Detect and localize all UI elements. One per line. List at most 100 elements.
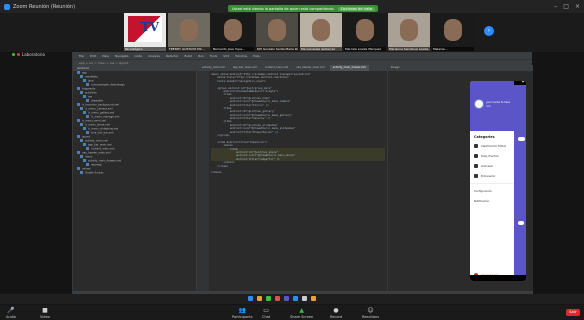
share-icon: ▲: [299, 307, 304, 314]
participant-tile[interactable]: Marcela Loaiza Marquez: [344, 13, 386, 51]
ide-menu-item[interactable]: Refactor: [166, 54, 179, 58]
windows-start-icon[interactable]: [248, 296, 253, 301]
file-icon: [86, 163, 89, 166]
record-button[interactable]: ● Record: [330, 308, 342, 320]
maximize-icon[interactable]: □: [563, 3, 569, 10]
tree-item-label: mipmap: [91, 163, 102, 167]
android-studio-icon[interactable]: [266, 296, 271, 301]
ide-menu-item[interactable]: Navigate: [115, 54, 128, 58]
ide-menu-item[interactable]: Code: [134, 54, 142, 58]
next-page-icon[interactable]: ›: [484, 26, 494, 36]
participant-name: Marianna Sandoval Loaiza...: [388, 47, 430, 51]
avatar: [474, 99, 484, 109]
participant-tile[interactable]: FREDDY GUSTAVO MC...: [168, 13, 210, 51]
ide-menu-item[interactable]: Tools: [210, 54, 217, 58]
drawer-item[interactable]: Gimnasio: [470, 161, 514, 171]
participant-tile[interactable]: DM Gonzalo Santa Maria Roa...: [256, 13, 298, 51]
participant-tile[interactable]: TV Tecnológico: [124, 13, 166, 51]
chat-label: Chat: [262, 315, 271, 319]
view-options-button[interactable]: Opciones de vista: [337, 6, 375, 11]
audio-label: Audio: [6, 315, 16, 319]
screen-label: Laboratorio: [12, 52, 45, 57]
status-red-icon: [17, 53, 20, 56]
screen-label-text: Laboratorio: [22, 52, 45, 57]
participant-video: [400, 19, 418, 41]
drawer-item[interactable]: Entrenador: [470, 171, 514, 181]
file-icon: [83, 127, 86, 130]
reactions-label: Reactions: [362, 315, 380, 319]
item-icon: [474, 164, 478, 168]
participants-button[interactable]: 👥 Participants: [232, 307, 253, 320]
ide-menu-item[interactable]: File: [79, 54, 84, 58]
participant-tile[interactable]: Ma Gonzalez Gutierrez: [300, 13, 342, 51]
video-button[interactable]: ■ Video: [40, 308, 50, 320]
tree-item-label: Gradle Scripts: [85, 171, 104, 175]
tree-item-label: com.example.cleandesign: [91, 83, 125, 87]
editor-tab[interactable]: content_main.xml: [261, 65, 292, 71]
ide-menu-item[interactable]: Run: [198, 54, 204, 58]
chip: [518, 221, 524, 225]
editor-tab[interactable]: activity_main_drawer.xml: [329, 65, 369, 71]
smile-icon: ☺: [367, 307, 374, 314]
participant-name: Melanie...: [432, 47, 474, 51]
ide-menu-item[interactable]: Analyze: [148, 54, 160, 58]
audio-button[interactable]: 🎤 Audio: [6, 307, 16, 320]
reactions-button[interactable]: ☺ Reactions: [362, 307, 380, 320]
file-icon: [83, 143, 86, 146]
microphone-icon: 🎤: [7, 307, 15, 314]
chat-button[interactable]: ▭ Chat: [262, 307, 271, 320]
file-icon: [77, 135, 80, 138]
tree-item[interactable]: Gradle Scripts: [73, 171, 196, 175]
preview-toolbar: Design: [388, 65, 533, 71]
participant-name: Bernardo Jose Yupa...: [212, 47, 254, 51]
drawer-item[interactable]: Notificación: [470, 196, 514, 206]
status-green-icon: [12, 53, 15, 56]
share-banner: Usted está viendo la pantalla de quien e…: [228, 5, 378, 12]
folder-icon[interactable]: [257, 296, 262, 301]
participant-tile[interactable]: Bernardo Jose Yupa...: [212, 13, 254, 51]
editor-tab[interactable]: nav_header_main.xml: [293, 65, 328, 71]
close-icon[interactable]: ×: [575, 3, 580, 10]
file-icon: [86, 83, 89, 86]
participant-video: [224, 19, 242, 41]
file-icon: [77, 103, 80, 106]
participant-name: Ma Gonzalez Gutierrez: [300, 47, 342, 51]
drawer-item[interactable]: Clasificación Fútbol: [470, 141, 514, 151]
drawer-item-label: Configuración: [474, 189, 492, 193]
item-icon: [474, 154, 478, 158]
people-icon: 👥: [238, 307, 247, 314]
participant-tile[interactable]: Marianna Sandoval Loaiza...: [388, 13, 430, 51]
app-icon[interactable]: [311, 296, 316, 301]
ide-menu-item[interactable]: Build: [185, 54, 193, 58]
file-icon: [83, 95, 86, 98]
participant-name: DM Gonzalo Santa Maria Roa...: [256, 47, 298, 51]
app-icon[interactable]: [302, 296, 307, 301]
file-icon: [83, 159, 86, 162]
project-panel: Android app manifests java com.example.clea…: [73, 65, 197, 291]
chat-icon: ▭: [263, 307, 269, 314]
share-screen-button[interactable]: ▲ Share Screen: [290, 307, 313, 320]
windows-taskbar: [0, 294, 584, 304]
ide-menu-item[interactable]: Edit: [90, 54, 96, 58]
chip: [518, 137, 525, 141]
browser-icon[interactable]: [275, 296, 280, 301]
drawer-item[interactable]: Configuración: [470, 186, 514, 196]
ide-menu-item[interactable]: Window: [235, 54, 247, 58]
file-icon: [80, 155, 83, 158]
drawer-item[interactable]: Daily Practice: [470, 151, 514, 161]
ide-menu-item[interactable]: VCS: [223, 54, 229, 58]
minimize-icon[interactable]: –: [554, 3, 557, 10]
participant-name: FREDDY GUSTAVO MC...: [168, 47, 210, 51]
participant-video: [312, 19, 330, 41]
app-icon[interactable]: [284, 296, 289, 301]
zoom-icon[interactable]: [293, 296, 298, 301]
ide-menu-item[interactable]: Help: [253, 54, 260, 58]
file-icon: [77, 87, 80, 90]
phone-preview: ▮▮ your name to here mail Categories Cla…: [470, 81, 526, 281]
end-meeting-button[interactable]: Salir: [566, 309, 580, 316]
ide-menu-item[interactable]: View: [102, 54, 109, 58]
editor-tab[interactable]: app_bar_main.xml: [229, 65, 260, 71]
code-area[interactable]: <menu xmlns:android="http://schemas.andr…: [211, 73, 385, 175]
participant-tile[interactable]: Melanie...: [432, 13, 474, 51]
component-tree: [390, 73, 468, 283]
